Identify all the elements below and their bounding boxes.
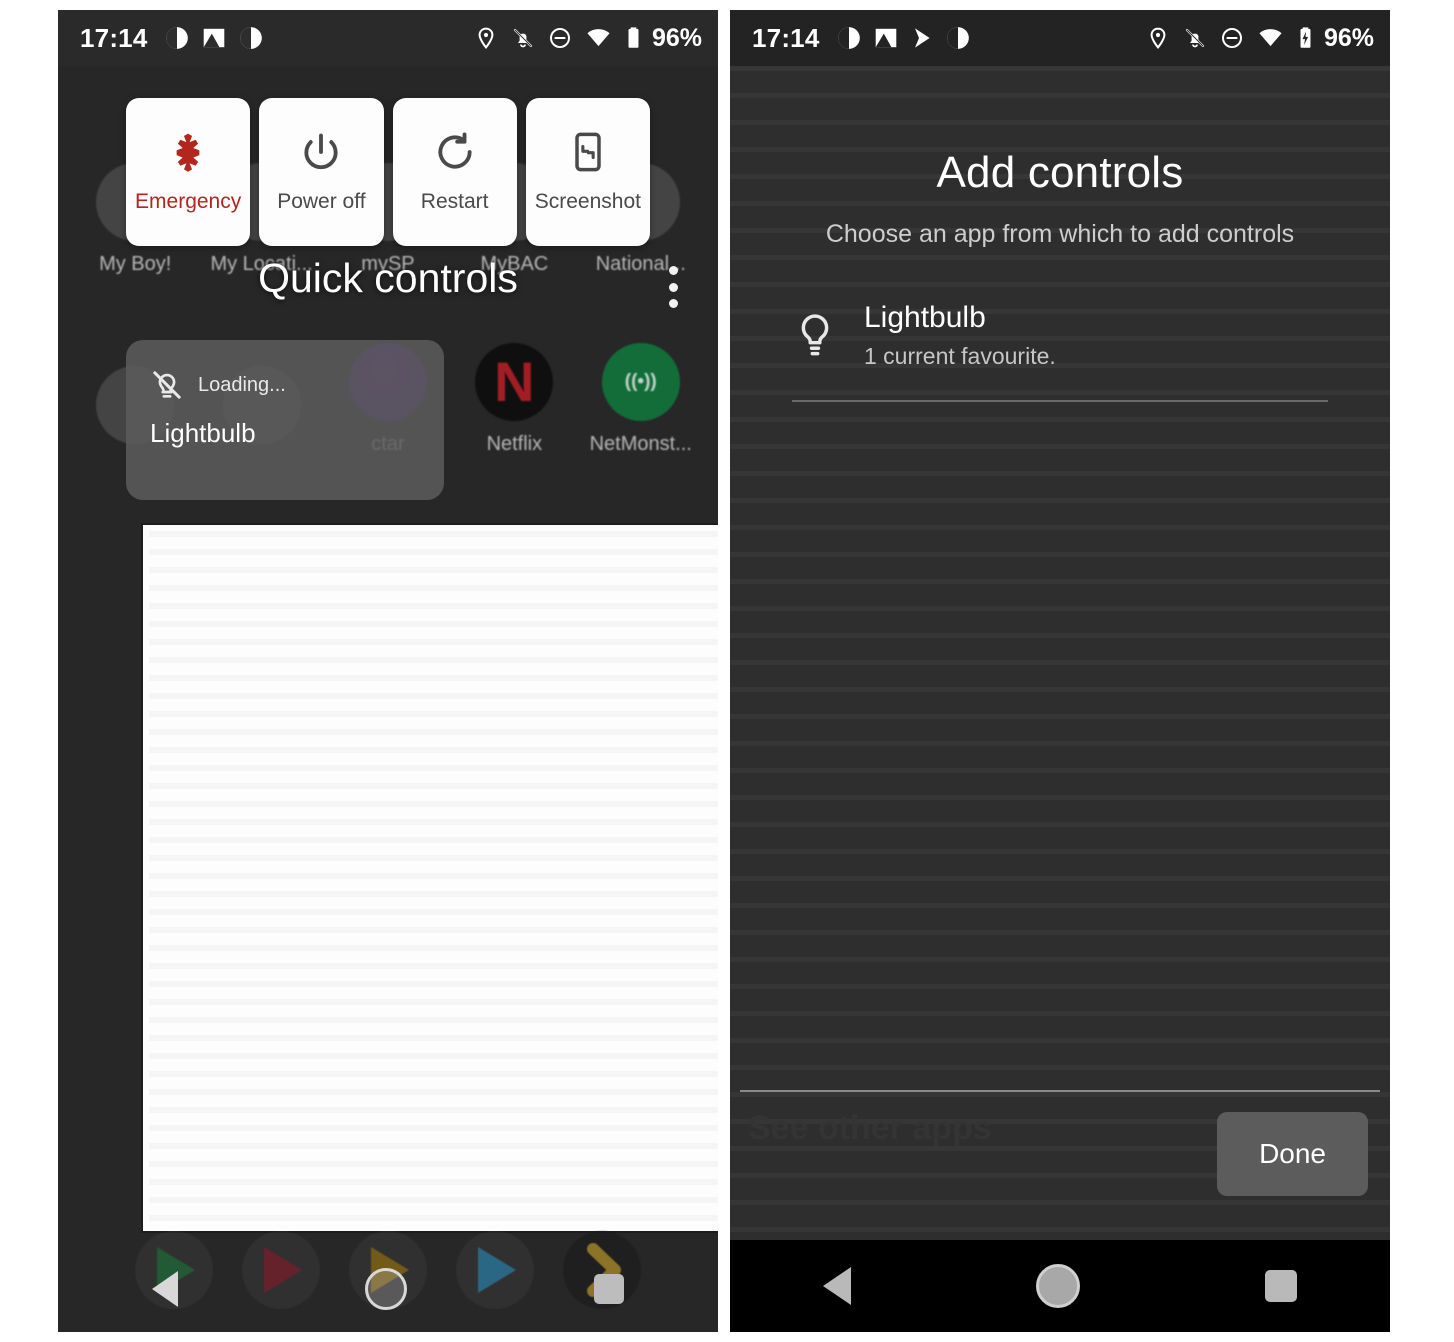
app-notification-icon (837, 27, 860, 49)
right-phone-screen: 17:14 96% Add controls Choose an app fro… (730, 10, 1390, 1332)
battery-percent: 96% (1323, 23, 1374, 52)
background-white-panel (141, 523, 718, 1233)
location-icon (478, 27, 494, 49)
ghost-content (730, 66, 1390, 1240)
app-label: Netflix (486, 433, 543, 455)
lightbulb-control-card[interactable]: Loading... Lightbulb (126, 340, 444, 500)
screenshot-notification-icon (203, 28, 224, 48)
notifications-muted-icon (513, 28, 533, 48)
status-system-icons: 96% (474, 24, 702, 53)
notifications-muted-icon (1185, 28, 1205, 48)
app-notification-icon (165, 27, 188, 49)
recents-button[interactable] (1265, 1270, 1298, 1302)
do-not-disturb-icon (1221, 28, 1242, 48)
status-bar: 17:14 96% (730, 10, 1390, 66)
app-label: NetMonst... (589, 433, 692, 455)
recents-button[interactable] (594, 1274, 625, 1304)
control-status-row: Loading... (150, 368, 420, 402)
status-notification-icons (164, 25, 264, 51)
status-notification-icons (836, 25, 971, 51)
play-store-icon (914, 28, 930, 48)
star-of-life-icon (176, 133, 200, 172)
app-cell[interactable]: Netflix (458, 343, 570, 456)
status-system-icons: 96% (1146, 24, 1374, 53)
power-menu-buttons: Emergency Power off Restart Screenshot (126, 98, 650, 246)
netmonster-icon (601, 343, 680, 421)
add-controls-dialog: Add controls Choose an app from which to… (730, 66, 1390, 1240)
control-name: Lightbulb (150, 418, 256, 448)
netflix-icon (475, 343, 554, 421)
quick-controls-title: Quick controls (258, 255, 518, 301)
power-off-label: Power off (277, 190, 366, 213)
battery-icon (628, 27, 639, 48)
emergency-button[interactable]: Emergency (126, 98, 251, 246)
app-notification-icon (946, 27, 969, 49)
control-status-text: Loading... (198, 373, 286, 396)
navigation-bar (58, 1246, 718, 1332)
status-bar: 17:14 96% (58, 10, 718, 66)
done-button[interactable]: Done (1217, 1112, 1368, 1196)
left-phone-screen: My Boy! My Locati... mySP MyBAC National… (58, 10, 718, 1332)
back-button[interactable] (151, 1271, 178, 1307)
screenshot-canvas: My Boy! My Locati... mySP MyBAC National… (0, 0, 1454, 1342)
see-other-apps-label[interactable]: See other apps (748, 1109, 992, 1148)
wifi-icon (1259, 29, 1282, 47)
screenshot-button[interactable]: Screenshot (525, 98, 650, 246)
battery-icon (1300, 27, 1311, 48)
overflow-menu-icon[interactable] (656, 262, 690, 312)
wifi-icon (587, 29, 610, 47)
power-off-button[interactable]: Power off (259, 98, 384, 246)
status-clock: 17:14 (752, 22, 820, 53)
restart-button[interactable]: Restart (392, 98, 517, 246)
app-cell[interactable]: NetMonst... (585, 343, 697, 456)
ghost-content (149, 531, 718, 1225)
emergency-label: Emergency (135, 190, 242, 213)
navigation-bar (730, 1240, 1390, 1332)
app-notification-icon (239, 27, 262, 49)
location-icon (1150, 27, 1166, 49)
back-button[interactable] (822, 1267, 851, 1305)
restart-icon (438, 132, 472, 169)
status-clock: 17:14 (80, 22, 148, 53)
power-icon (304, 133, 338, 170)
restart-label: Restart (420, 190, 489, 213)
do-not-disturb-icon (549, 28, 570, 48)
screenshot-notification-icon (875, 28, 896, 48)
home-button[interactable] (364, 1268, 407, 1310)
screenshot-icon (575, 132, 601, 172)
home-button[interactable] (1035, 1264, 1080, 1308)
footer-divider (740, 1090, 1380, 1092)
battery-percent: 96% (651, 23, 702, 52)
lightbulb-off-slash-icon (153, 371, 181, 399)
screenshot-label: Screenshot (534, 190, 641, 213)
